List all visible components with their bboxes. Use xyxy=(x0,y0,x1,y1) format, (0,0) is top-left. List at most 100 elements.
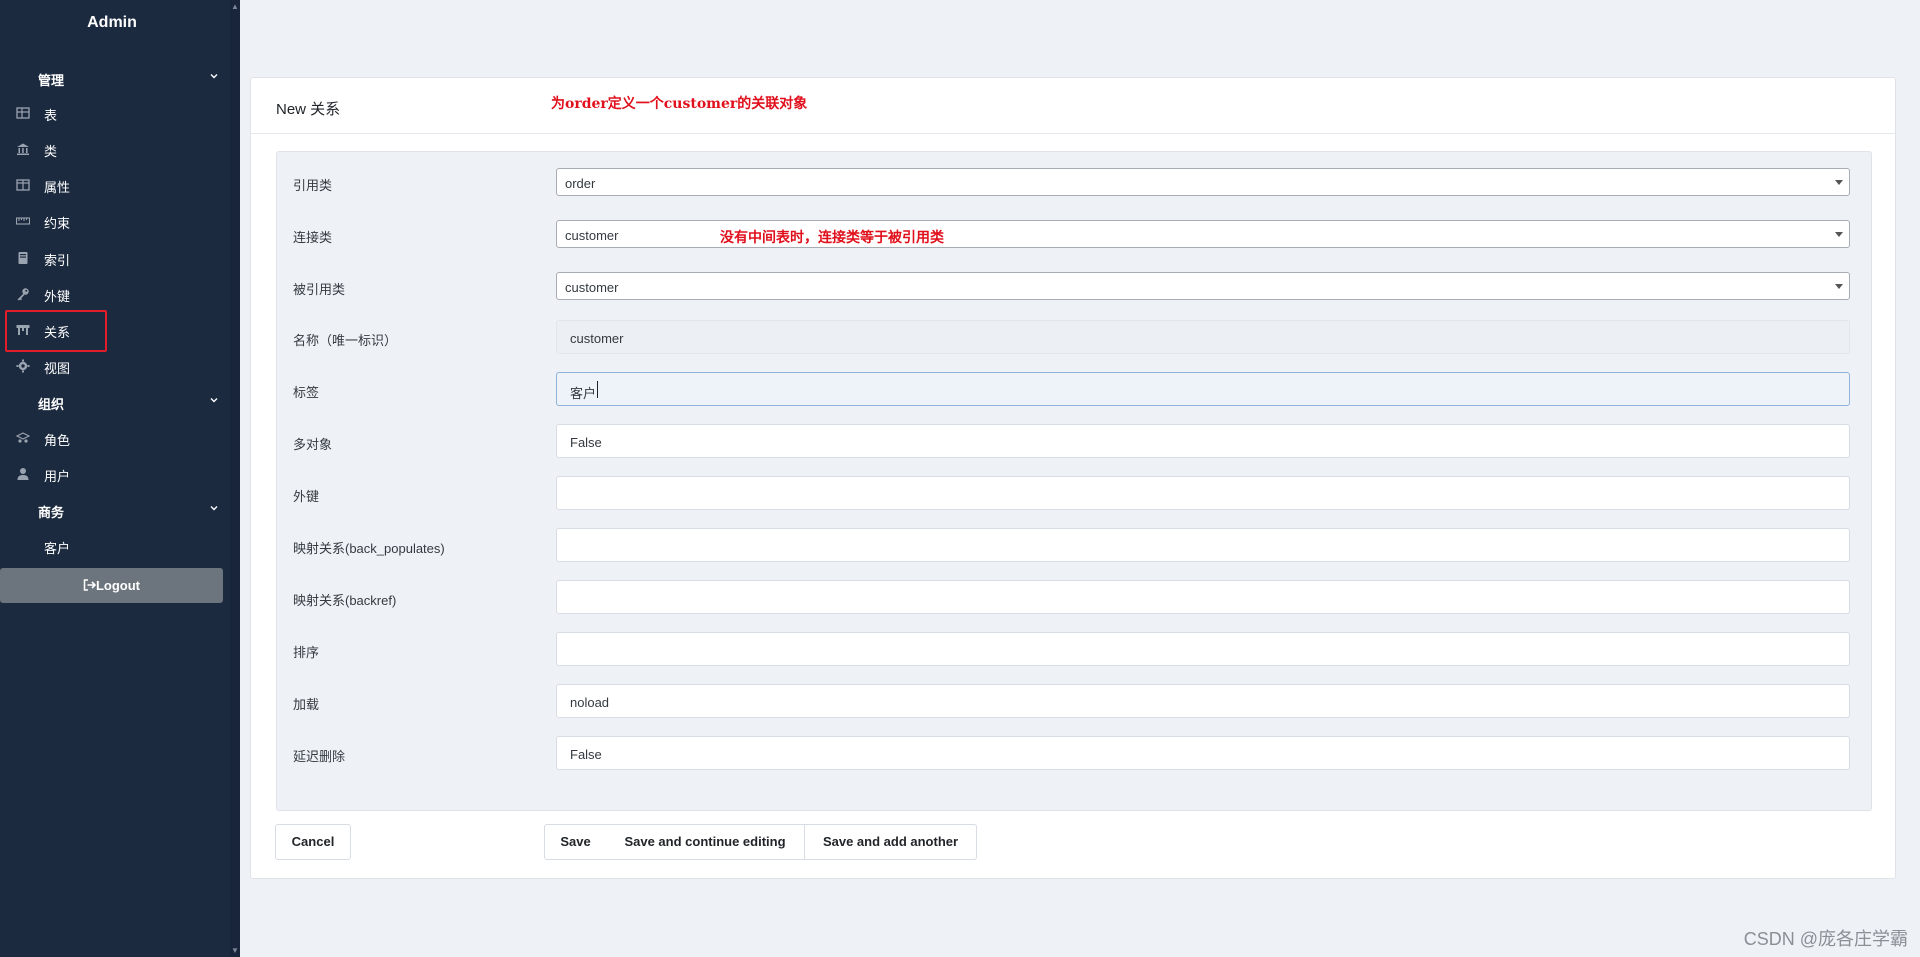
sidebar-item-label: 类 xyxy=(44,144,58,159)
user-icon xyxy=(17,468,29,480)
sidebar: Admin ▲ ▼ 管理 表 类 属性 约束 索引 外键 关系 视图 组织 角色… xyxy=(0,0,240,957)
sidebar-item-label: 视图 xyxy=(44,361,71,376)
field-label: 名称（唯一标识） xyxy=(293,333,398,348)
field-value: 客户 xyxy=(570,386,597,401)
caret-down-icon xyxy=(1835,284,1843,289)
foreign-key-input[interactable] xyxy=(556,476,1850,510)
sidebar-scrollbar[interactable]: ▲ ▼ xyxy=(230,0,240,957)
scroll-up-arrow-icon[interactable]: ▲ xyxy=(230,2,240,11)
form-row-passive-deletes: 延迟删除 False xyxy=(277,736,1871,770)
users-hat-icon xyxy=(16,432,30,443)
chevron-down-icon xyxy=(210,398,218,403)
field-value: noload xyxy=(570,695,610,710)
back-populates-input[interactable] xyxy=(556,528,1850,562)
brand-title[interactable]: Admin xyxy=(0,14,224,32)
watermark: CSDN @庞各庄学霸 xyxy=(1743,929,1908,949)
passive-deletes-input[interactable]: False xyxy=(556,736,1850,770)
sidebar-group-label: 商务 xyxy=(38,505,65,520)
scroll-down-arrow-icon[interactable]: ▼ xyxy=(230,946,240,955)
field-label: 标签 xyxy=(293,385,320,400)
ruler-icon xyxy=(16,217,30,225)
field-label: 多对象 xyxy=(293,437,333,452)
form-row-reference-class: 引用类 order xyxy=(277,165,1871,199)
field-value: False xyxy=(570,435,602,450)
sidebar-item-index[interactable]: 索引 xyxy=(0,243,230,273)
sidebar-item-label: 属性 xyxy=(44,180,71,195)
save-add-another-button[interactable]: Save and add another xyxy=(804,824,977,860)
sidebar-group-manage[interactable]: 管理 xyxy=(38,70,218,89)
form-row-back-populates: 映射关系(back_populates) xyxy=(277,528,1871,562)
reference-class-select[interactable]: order xyxy=(556,168,1850,196)
sidebar-item-view[interactable]: 视图 xyxy=(0,351,230,381)
field-value: customer xyxy=(570,331,624,346)
field-label: 延迟删除 xyxy=(293,749,346,764)
select-value: customer xyxy=(565,280,619,295)
sidebar-item-role[interactable]: 角色 xyxy=(0,423,230,453)
logout-button[interactable]: Logout xyxy=(0,568,223,603)
backref-input[interactable] xyxy=(556,580,1850,614)
caret-down-icon xyxy=(1835,232,1843,237)
table-icon xyxy=(16,107,30,119)
sidebar-item-user[interactable]: 用户 xyxy=(0,459,230,489)
sidebar-item-label: 角色 xyxy=(44,433,71,448)
cancel-button[interactable]: Cancel xyxy=(275,824,351,860)
field-label: 引用类 xyxy=(293,178,333,193)
field-label: 连接类 xyxy=(293,230,333,245)
sidebar-item-label: 外键 xyxy=(44,289,71,304)
sidebar-item-table[interactable]: 表 xyxy=(0,98,230,128)
sidebar-item-class[interactable]: 类 xyxy=(0,134,230,164)
form-row-referenced-class: 被引用类 customer xyxy=(277,269,1871,303)
sidebar-item-label: 索引 xyxy=(44,253,71,268)
select-value: order xyxy=(565,176,596,191)
highlight-box xyxy=(5,310,107,352)
field-value: False xyxy=(570,747,602,762)
sidebar-item-customer[interactable]: 客户 xyxy=(0,531,230,561)
order-by-input[interactable] xyxy=(556,632,1850,666)
sidebar-group-organization[interactable]: 组织 xyxy=(38,394,218,413)
field-label: 外键 xyxy=(293,489,320,504)
chevron-down-icon xyxy=(210,506,218,511)
form-row-uselist: 多对象 False xyxy=(277,424,1871,458)
referenced-class-select[interactable]: customer xyxy=(556,272,1850,300)
name-field: customer xyxy=(556,320,1850,354)
field-label: 加载 xyxy=(293,697,320,712)
sidebar-group-business[interactable]: 商务 xyxy=(38,502,218,521)
form-row-label: 标签 客户 xyxy=(277,372,1871,406)
uselist-input[interactable]: False xyxy=(556,424,1850,458)
save-button[interactable]: Save xyxy=(544,824,607,860)
annotation-top: 为order定义一个customer的关联对象 xyxy=(551,96,808,112)
field-label: 被引用类 xyxy=(293,282,346,297)
sidebar-item-constraint[interactable]: 约束 xyxy=(0,206,230,236)
field-label: 排序 xyxy=(293,645,320,660)
select-value: customer xyxy=(565,228,619,243)
form-row-join-class: 连接类 customer 没有中间表时，连接类等于被引用类 xyxy=(277,217,1871,251)
chevron-down-icon xyxy=(210,74,218,79)
sidebar-item-label: 表 xyxy=(44,108,58,123)
text-cursor xyxy=(597,381,598,398)
form-row-order-by: 排序 xyxy=(277,632,1871,666)
save-continue-button[interactable]: Save and continue editing xyxy=(606,824,805,860)
form-row-foreign-key: 外键 xyxy=(277,476,1871,510)
label-input[interactable]: 客户 xyxy=(556,372,1850,406)
sidebar-item-label: 客户 xyxy=(44,541,71,556)
book-icon xyxy=(18,252,28,264)
sidebar-group-label: 组织 xyxy=(38,397,65,412)
sidebar-item-label: 用户 xyxy=(44,469,71,484)
annotation-join: 没有中间表时，连接类等于被引用类 xyxy=(720,230,944,246)
bank-icon xyxy=(17,143,29,155)
gear-icon xyxy=(16,359,30,373)
lazy-input[interactable]: noload xyxy=(556,684,1850,718)
caret-down-icon xyxy=(1835,180,1843,185)
field-label: 映射关系(backref) xyxy=(293,593,397,608)
key-icon xyxy=(17,288,29,301)
sidebar-item-foreign-key[interactable]: 外键 xyxy=(0,279,230,309)
form-row-backref: 映射关系(backref) xyxy=(277,580,1871,614)
form-row-lazy: 加载 noload xyxy=(277,684,1871,718)
form-area: 引用类 order 连接类 customer 没有中间表时，连接类等于被引用类 … xyxy=(276,151,1872,811)
page-title: New 关系 xyxy=(276,101,341,118)
sidebar-item-attribute[interactable]: 属性 xyxy=(0,170,230,200)
card-header: New 关系 为order定义一个customer的关联对象 xyxy=(251,78,1895,134)
logout-icon xyxy=(83,579,97,591)
form-card: New 关系 为order定义一个customer的关联对象 引用类 order… xyxy=(250,77,1896,879)
sidebar-item-label: 约束 xyxy=(44,216,71,231)
